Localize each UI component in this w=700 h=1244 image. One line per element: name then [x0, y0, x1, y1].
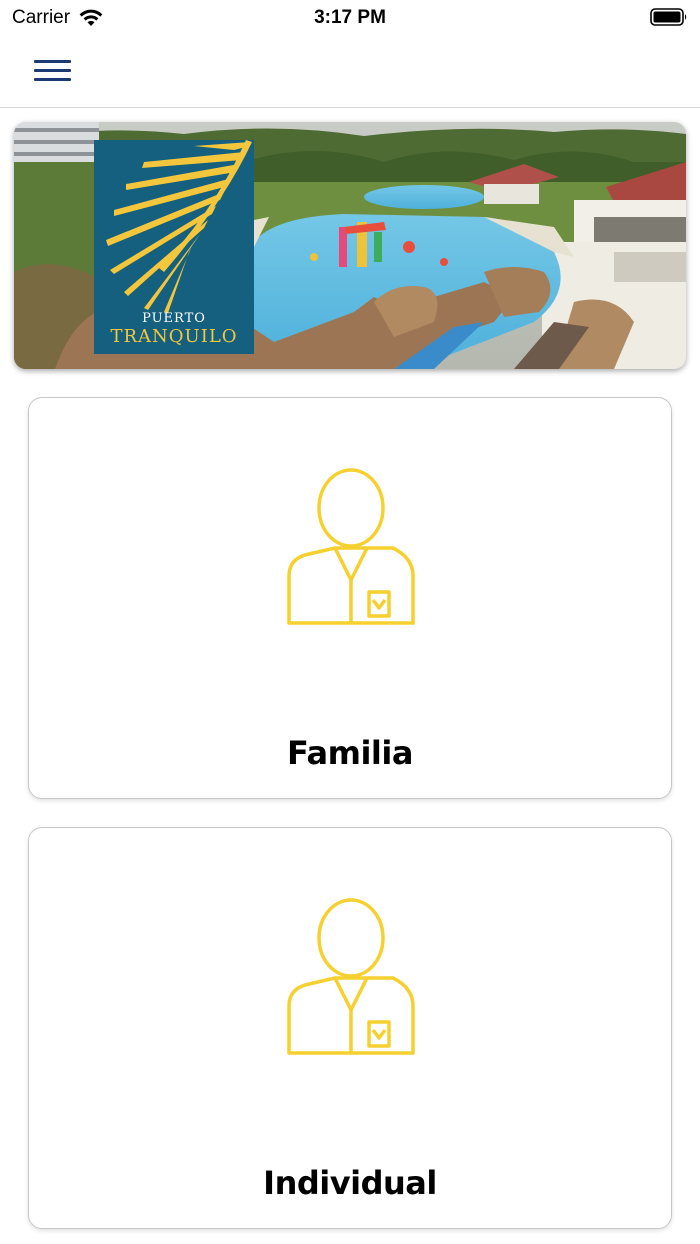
individual-option-card[interactable]: Individual [28, 827, 672, 1229]
screen: Carrier 3:17 PM PUERTO TRANQUILO Familia… [0, 0, 700, 1244]
familia-option-card[interactable]: Familia [28, 397, 672, 799]
status-bar: Carrier 3:17 PM [0, 0, 700, 36]
individual-label: Individual [263, 1164, 437, 1202]
hamburger-menu-icon[interactable] [28, 54, 76, 90]
banner-image: PUERTO TRANQUILO [14, 122, 686, 369]
familia-label: Familia [287, 734, 413, 772]
status-time: 3:17 PM [314, 7, 386, 28]
nav-bar [0, 36, 700, 108]
logo-line1: PUERTO [142, 311, 206, 326]
battery-icon [650, 8, 687, 26]
logo-line2: TRANQUILO [110, 326, 237, 347]
person-badge-icon [287, 468, 415, 625]
person-badge-icon [287, 898, 415, 1055]
